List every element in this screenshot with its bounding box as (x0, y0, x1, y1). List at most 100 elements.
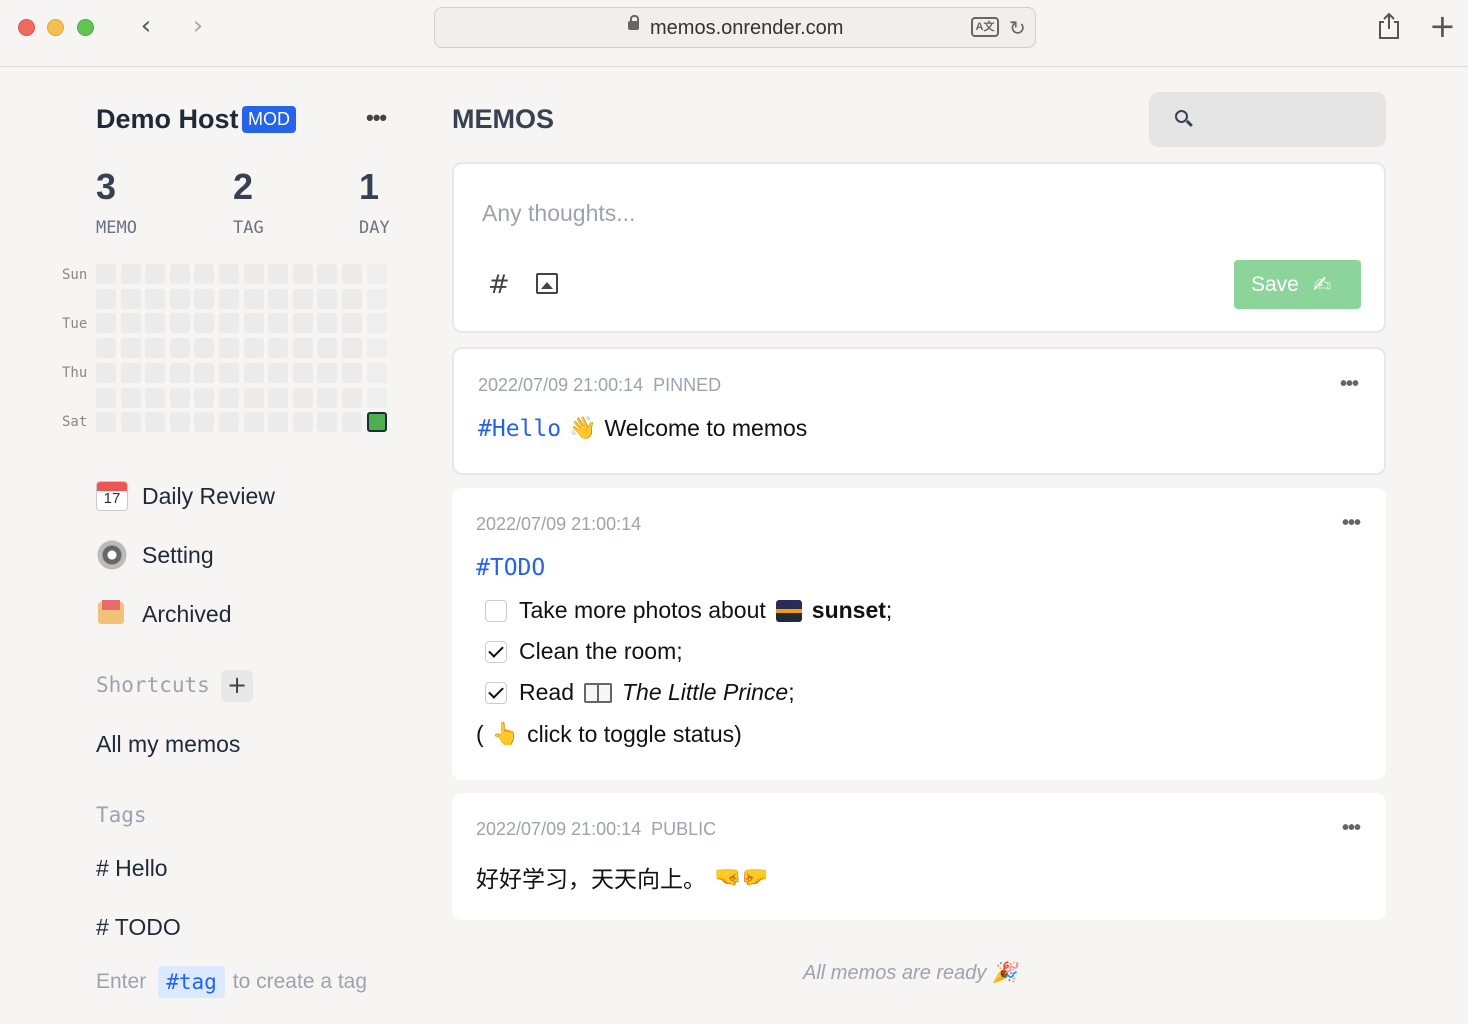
heatmap-cell[interactable] (292, 288, 313, 309)
heatmap-cell[interactable] (317, 362, 338, 383)
heatmap-cell[interactable] (120, 412, 141, 433)
heatmap-cell[interactable] (219, 264, 239, 284)
heatmap-cell[interactable] (120, 387, 141, 408)
memo-editor[interactable]: Any thoughts... # Save ✍ (452, 162, 1386, 333)
heatmap-cell[interactable] (120, 313, 141, 334)
heatmap-cell[interactable] (219, 338, 239, 359)
heatmap-cell[interactable] (342, 264, 362, 284)
new-tab-icon[interactable]: + (1429, 10, 1456, 42)
search-input[interactable] (1199, 102, 1374, 137)
heatmap-cell[interactable] (169, 264, 190, 284)
heatmap-cell[interactable] (317, 288, 338, 309)
heatmap-cell[interactable] (169, 362, 190, 383)
heatmap-cell[interactable] (96, 412, 116, 433)
tag-item-todo[interactable]: # TODO (96, 914, 181, 941)
heatmap-cell[interactable] (96, 288, 116, 309)
heatmap-cell[interactable] (145, 362, 166, 383)
heatmap-cell[interactable] (366, 264, 387, 284)
heatmap-cell[interactable] (243, 264, 264, 284)
close-window-button[interactable] (18, 19, 35, 36)
heatmap-cell[interactable] (243, 288, 264, 309)
heatmap-cell[interactable] (169, 387, 190, 408)
image-icon[interactable] (536, 273, 558, 294)
heatmap-cell[interactable] (317, 387, 338, 408)
reload-icon[interactable]: ↻ (1009, 16, 1026, 40)
zoom-window-button[interactable] (77, 19, 94, 36)
heatmap-cell[interactable] (194, 362, 215, 383)
heatmap-cell[interactable] (342, 362, 362, 383)
todo-checkbox[interactable] (485, 599, 507, 622)
heatmap-cell[interactable] (268, 264, 289, 284)
forward-icon[interactable]: › (184, 13, 212, 41)
back-icon[interactable]: ‹ (132, 13, 160, 41)
heatmap-cell[interactable] (219, 313, 239, 334)
heatmap-cell[interactable] (268, 338, 289, 359)
heatmap-cell[interactable] (145, 288, 166, 309)
heatmap-cell[interactable] (342, 412, 362, 433)
heatmap-cell[interactable] (292, 387, 313, 408)
heatmap-cell[interactable] (194, 288, 215, 309)
heatmap-cell[interactable] (145, 264, 166, 284)
heatmap-cell[interactable] (243, 313, 264, 334)
heatmap-cell[interactable] (194, 412, 215, 433)
save-button[interactable]: Save ✍ (1234, 260, 1361, 309)
heatmap-cell[interactable] (96, 338, 116, 359)
heatmap-cell[interactable] (292, 412, 313, 433)
todo-checkbox-checked[interactable] (485, 681, 507, 704)
hash-icon[interactable]: # (488, 270, 510, 300)
tag-item-hello[interactable]: # Hello (96, 855, 168, 882)
heatmap-cell[interactable] (366, 412, 387, 433)
heatmap-cell[interactable] (194, 264, 215, 284)
heatmap-cell[interactable] (145, 387, 166, 408)
todo-item[interactable]: Clean the room; (485, 638, 683, 665)
heatmap-cell[interactable] (96, 362, 116, 383)
heatmap-cell[interactable] (219, 362, 239, 383)
share-icon[interactable] (1377, 12, 1401, 40)
memo-more-icon[interactable]: ••• (1340, 373, 1359, 396)
heatmap-cell[interactable] (194, 338, 215, 359)
heatmap-cell[interactable] (366, 362, 387, 383)
heatmap-cell[interactable] (292, 313, 313, 334)
heatmap-cell[interactable] (317, 412, 338, 433)
add-shortcut-button[interactable]: + (221, 670, 253, 702)
heatmap-cell[interactable] (268, 412, 289, 433)
memo-more-icon[interactable]: ••• (1342, 817, 1361, 840)
heatmap-cell[interactable] (219, 387, 239, 408)
heatmap-cell[interactable] (243, 387, 264, 408)
heatmap-cell[interactable] (243, 412, 264, 433)
heatmap-cell[interactable] (120, 338, 141, 359)
search-box[interactable] (1149, 92, 1386, 147)
heatmap-cell[interactable] (342, 387, 362, 408)
nav-setting[interactable]: Setting (96, 537, 214, 573)
heatmap-cell[interactable] (292, 338, 313, 359)
memo-tag-link[interactable]: #TODO (476, 555, 545, 581)
heatmap-cell[interactable] (96, 387, 116, 408)
heatmap-cell[interactable] (366, 313, 387, 334)
heatmap-cell[interactable] (317, 313, 338, 334)
heatmap-cell[interactable] (292, 264, 313, 284)
shortcut-all-memos[interactable]: All my memos (96, 731, 240, 758)
heatmap-cell[interactable] (317, 264, 338, 284)
heatmap-cell[interactable] (169, 338, 190, 359)
heatmap-cell[interactable] (268, 313, 289, 334)
heatmap-cell[interactable] (169, 412, 190, 433)
translate-icon[interactable]: A文 (971, 17, 999, 37)
heatmap-cell[interactable] (120, 362, 141, 383)
heatmap-cell[interactable] (342, 338, 362, 359)
heatmap-cell[interactable] (243, 362, 264, 383)
heatmap-cell[interactable] (145, 412, 166, 433)
heatmap-cell[interactable] (219, 288, 239, 309)
heatmap-cell[interactable] (120, 264, 141, 284)
heatmap-cell[interactable] (96, 313, 116, 334)
heatmap-cell[interactable] (169, 313, 190, 334)
minimize-window-button[interactable] (47, 19, 64, 36)
heatmap-cell[interactable] (120, 288, 141, 309)
memo-tag-link[interactable]: #Hello (478, 416, 561, 442)
heatmap-cell[interactable] (194, 387, 215, 408)
heatmap-cell[interactable] (292, 362, 313, 383)
heatmap-cell[interactable] (194, 313, 215, 334)
editor-input[interactable]: Any thoughts... (482, 200, 635, 227)
heatmap-cell[interactable] (366, 338, 387, 359)
nav-archived[interactable]: Archived (96, 596, 231, 632)
heatmap-cell[interactable] (96, 264, 116, 284)
